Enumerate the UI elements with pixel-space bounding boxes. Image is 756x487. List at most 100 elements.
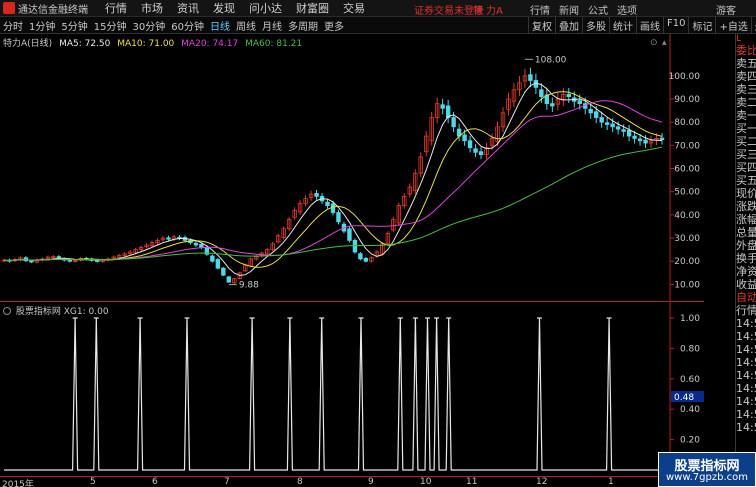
period-5min[interactable]: 5分钟 (58, 18, 90, 33)
date-axis-label: 12 (536, 477, 548, 487)
back-button[interactable]: 返回 (750, 17, 756, 33)
xg1-signal-line (4, 317, 662, 471)
quote-panel-item: 外盘 (736, 239, 756, 252)
legend-ma5: MA5: 72.50 (59, 39, 111, 49)
candle-body (363, 257, 369, 262)
price-tick-label: 70.00 (674, 141, 700, 151)
date-axis-label: 8 (297, 477, 303, 487)
f10-button[interactable]: F10 (663, 17, 688, 33)
menu-item-news[interactable]: 资讯 (170, 0, 206, 16)
high-price-label: 108.00 (535, 55, 567, 65)
title-bar: 通达信金融终端 行情 市场 资讯 发现 问小达 财富圈 交易 证券交易未登录 特… (0, 0, 756, 17)
indicator-chart[interactable]: 1.000.800.600.400.200.000.48 (0, 302, 704, 476)
right-menu-news[interactable]: 新闻 (559, 2, 579, 17)
menu-item-market[interactable]: 行情 (98, 0, 134, 16)
draw-line-button[interactable]: 画线 (636, 17, 663, 33)
mark-button[interactable]: 标记 (688, 17, 715, 33)
date-axis-label: 2015年 (2, 480, 34, 487)
quote-panel-item: 14:5 (736, 356, 756, 369)
menu-item-discover[interactable]: 发现 (206, 0, 242, 16)
candle-body (528, 74, 533, 81)
candle-body (637, 138, 643, 142)
date-axis-label: 6 (152, 477, 158, 487)
candle-body (451, 117, 456, 128)
period-intraday[interactable]: 分时 (0, 18, 26, 33)
candle-body (659, 137, 665, 140)
candle-body (610, 123, 615, 128)
date-axis-label: 7 (224, 477, 230, 487)
right-menu-quote[interactable]: 行情 (530, 2, 550, 17)
period-15min[interactable]: 15分钟 (91, 18, 130, 33)
quote-panel-item: 卖二 (736, 96, 756, 109)
quote-panel-item: 卖三 (736, 83, 756, 96)
candle-body (325, 201, 330, 207)
app-logo-icon (3, 2, 15, 14)
candle-body (604, 122, 610, 125)
quote-panel-item: 净资 (736, 265, 756, 278)
date-axis-label: 11 (466, 477, 478, 487)
quote-panel-item: 涨跌 (736, 200, 756, 213)
period-monthly[interactable]: 月线 (259, 18, 285, 33)
right-menu-formula[interactable]: 公式 (588, 2, 608, 17)
quote-panel-item: 14:5 (736, 343, 756, 356)
price-tick-label: 50.00 (674, 188, 700, 198)
overlay-button[interactable]: 叠加 (555, 17, 582, 33)
menu-item-wealth[interactable]: 财富圈 (289, 0, 336, 16)
ma20-line (3, 100, 663, 262)
price-chart[interactable]: 100.00 90.00 80.00 70.00 60.00 50.00 40.00 30.0… (0, 34, 704, 302)
candle-body (566, 93, 571, 98)
date-axis-label: 10 (420, 477, 432, 487)
multi-stock-button[interactable]: 多股 (582, 17, 609, 33)
price-tick-label: 100.00 (669, 72, 701, 82)
quote-panel-item: 委比 (736, 44, 756, 57)
candle-body (330, 203, 336, 213)
low-price-label: 9.88 (239, 281, 259, 291)
current-stock-name: 特 力A (473, 6, 504, 17)
add-watchlist-button[interactable]: +自选 (715, 17, 750, 33)
date-axis: 2015年 5 6 7 8 9 10 11 12 1 (0, 476, 704, 487)
right-menu-options[interactable]: 选项 (617, 2, 637, 17)
quote-panel-item: 行情 (736, 304, 756, 317)
quote-panel-item: 换手 (736, 252, 756, 265)
price-tick-label: 10.00 (674, 280, 700, 290)
candle-body (336, 212, 341, 223)
period-30min[interactable]: 30分钟 (129, 18, 168, 33)
stats-button[interactable]: 统计 (609, 17, 636, 33)
ma10-line (3, 91, 663, 268)
period-toolbar: 分时 1分钟 5分钟 15分钟 30分钟 60分钟 日线 周线 月线 多周期 更… (0, 17, 756, 34)
indicator-settings-icon[interactable] (3, 307, 11, 315)
menu-item-exchange[interactable]: 市场 (134, 0, 170, 16)
candle-body (539, 89, 544, 98)
candle-body (478, 151, 484, 156)
price-tick-label: 90.00 (674, 95, 700, 105)
quote-panel-item: 14:5 (736, 369, 756, 382)
period-60min[interactable]: 60分钟 (168, 18, 207, 33)
date-axis-label: 5 (90, 477, 96, 487)
quote-panel-item: 买二 (736, 135, 756, 148)
guest-user-label[interactable]: 游客 (716, 2, 736, 17)
quote-panel-item: 买三 (736, 148, 756, 161)
ma-legend: 特力A(日线) MA5: 72.50 MA10: 71.00 MA20: 74.… (3, 36, 306, 49)
quote-panel-item: 总量 (736, 226, 756, 239)
chart-right-buttons: 复权 叠加 多股 统计 画线 F10 标记 +自选 返回 (528, 17, 756, 33)
menu-item-assistant[interactable]: 问小达 (242, 0, 289, 16)
menu-item-trade[interactable]: 交易 (336, 0, 372, 16)
candle-body (221, 267, 226, 276)
indicator-tick-label: 0.40 (680, 405, 700, 415)
period-more[interactable]: 更多 (321, 18, 347, 33)
period-daily[interactable]: 日线 (207, 18, 233, 33)
adjust-button[interactable]: 复权 (528, 17, 555, 33)
price-tick-label: 40.00 (674, 211, 700, 221)
candle-body (473, 148, 478, 153)
price-tick-label: 20.00 (674, 257, 700, 267)
candle-body (626, 129, 632, 137)
indicator-name[interactable]: 股票指标网 (16, 307, 61, 317)
legend-ma10: MA10: 71.00 (117, 39, 175, 49)
period-multi[interactable]: 多周期 (285, 18, 321, 33)
candle-body (643, 139, 648, 144)
quote-panel-item: 卖四 (736, 70, 756, 83)
period-weekly[interactable]: 周线 (233, 18, 259, 33)
period-1min[interactable]: 1分钟 (26, 18, 58, 33)
price-tick-label: 30.00 (674, 234, 700, 244)
quote-panel-item: 自动 (736, 291, 756, 304)
